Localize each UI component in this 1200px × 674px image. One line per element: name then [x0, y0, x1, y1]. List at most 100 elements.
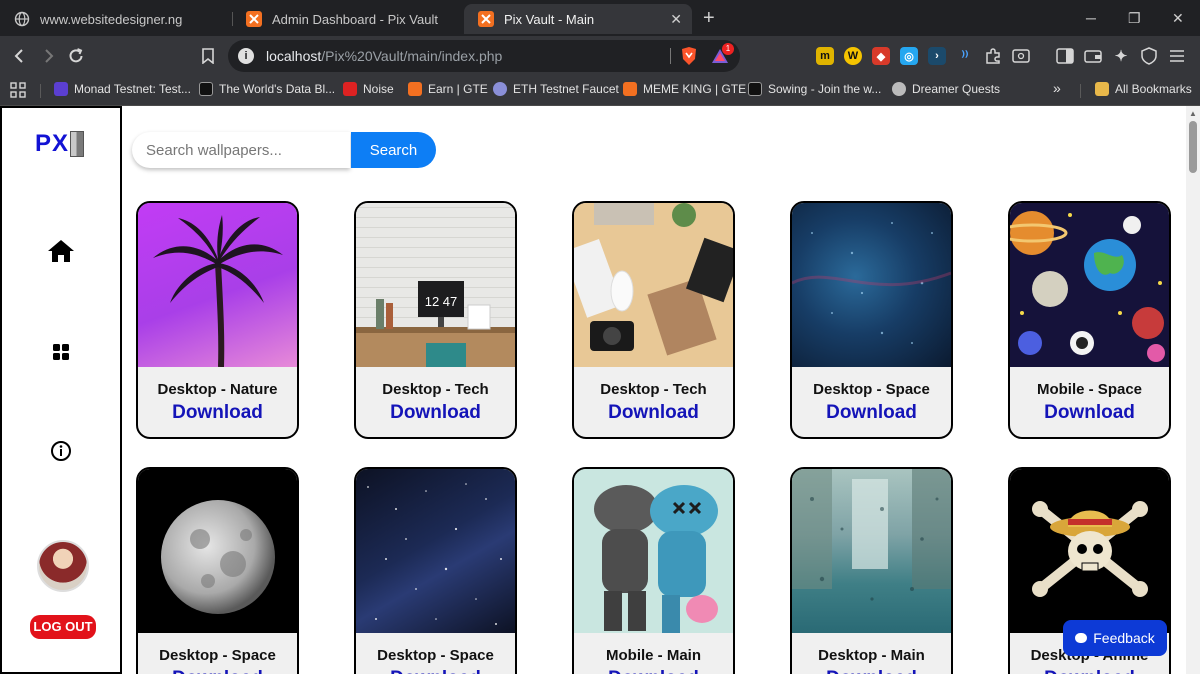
wallpaper-card: Desktop - Space Download [354, 467, 517, 674]
scrollbar-thumb[interactable] [1189, 121, 1197, 173]
vpn-icon[interactable] [1140, 47, 1158, 65]
xampp-icon [478, 11, 494, 27]
extension-icon[interactable]: ⁾⁾ [956, 47, 974, 65]
close-tab-icon[interactable]: ✕ [670, 11, 682, 28]
xampp-icon [246, 11, 262, 27]
forward-icon[interactable] [36, 44, 60, 68]
restore-icon[interactable]: ❐ [1128, 10, 1141, 27]
monad-icon [54, 82, 68, 96]
new-tab-button[interactable]: + [703, 8, 715, 28]
apps-grid-icon[interactable] [10, 82, 26, 98]
main-content: Search Desktop - Nature [122, 106, 1186, 674]
eth-icon [493, 82, 507, 96]
tab-admin-dashboard[interactable]: Admin Dashboard - Pix Vault [232, 4, 460, 34]
minimize-icon[interactable]: ─ [1086, 10, 1096, 26]
download-link[interactable]: Download [356, 402, 515, 424]
search-input[interactable] [132, 132, 350, 168]
download-link[interactable]: Download [138, 668, 297, 674]
wallpaper-card: Desktop - Space Download [136, 467, 299, 674]
address-bar[interactable]: i localhost/Pix%20Vault/main/index.php 1 [228, 40, 740, 72]
wallpaper-image[interactable] [138, 469, 297, 633]
sidebar: PX LOG OUT [0, 106, 122, 674]
logout-button[interactable]: LOG OUT [30, 615, 96, 639]
bookmark-worlds-data[interactable]: The World's Data Bl... [199, 82, 335, 96]
puzzle-extensions-icon[interactable] [984, 47, 1002, 65]
card-caption: Desktop - Space [159, 647, 276, 664]
wallpaper-card: Mobile - Space Download [1008, 201, 1171, 439]
wallpaper-image[interactable] [356, 469, 515, 633]
bookmark-monad[interactable]: Monad Testnet: Test... [54, 82, 191, 96]
chat-icon [1075, 633, 1088, 643]
extension-icon[interactable]: ◎ [900, 47, 918, 65]
card-caption: Desktop - Tech [600, 381, 707, 398]
leo-ai-icon[interactable]: ✦ [1112, 47, 1130, 65]
wallpaper-image[interactable]: 12 47 [356, 203, 515, 367]
noise-icon [343, 82, 357, 96]
info-icon[interactable] [2, 440, 120, 462]
extension-icon[interactable]: W [844, 47, 862, 65]
bookmark-page-icon[interactable] [196, 44, 220, 68]
scroll-up-icon[interactable]: ▲ [1189, 109, 1197, 118]
download-link[interactable]: Download [792, 402, 951, 424]
home-icon[interactable] [2, 238, 120, 264]
feedback-button[interactable]: Feedback [1063, 620, 1167, 656]
spider-icon [199, 82, 213, 96]
extension-icon[interactable]: m [816, 47, 834, 65]
tab-title: Admin Dashboard - Pix Vault [272, 11, 438, 27]
sidebar-toggle-icon[interactable] [1056, 47, 1074, 65]
wallpaper-image[interactable] [138, 203, 297, 368]
card-caption: Desktop - Main [818, 647, 925, 664]
wallpaper-card: Desktop - Space Download [790, 201, 953, 439]
categories-grid-icon[interactable] [2, 344, 120, 360]
wallpaper-image[interactable] [792, 203, 951, 367]
globe-icon [892, 82, 906, 96]
bookmark-meme-king[interactable]: MEME KING | GTE [623, 82, 746, 96]
avatar[interactable] [37, 540, 89, 592]
tab-pix-vault-main[interactable]: Pix Vault - Main ✕ [464, 4, 692, 34]
wallet-icon[interactable] [1084, 47, 1102, 65]
download-link[interactable]: Download [356, 668, 515, 674]
search-button[interactable]: Search [351, 132, 436, 168]
bookmark-noise[interactable]: Noise [343, 82, 394, 96]
brave-shield-icon[interactable] [680, 46, 698, 71]
page-viewport: PX LOG OUT Search wallpapers... Search D… [0, 106, 1200, 674]
bookmark-eth-faucet[interactable]: ETH Testnet Faucet [493, 82, 619, 96]
wallpaper-image[interactable] [1010, 469, 1169, 633]
gte-icon [408, 82, 422, 96]
tab-title: www.websitedesigner.ng [40, 11, 183, 27]
card-caption: Mobile - Space [1036, 381, 1143, 398]
bookmark-earn-gte[interactable]: Earn | GTE [408, 82, 488, 96]
extension-icon[interactable]: › [928, 47, 946, 65]
fox-extension-icon[interactable]: ◆ [872, 47, 890, 65]
tab-bar: www.websitedesigner.ng Admin Dashboard -… [0, 0, 1200, 36]
wallpaper-card: Desktop - Tech Download [572, 201, 735, 439]
download-link[interactable]: Download [1010, 668, 1169, 674]
wallpaper-image[interactable] [792, 469, 951, 633]
more-bookmarks-button[interactable]: » [1053, 80, 1061, 96]
reload-icon[interactable] [64, 44, 88, 68]
media-icon[interactable] [1012, 47, 1030, 65]
card-caption: Desktop - Space [377, 647, 494, 664]
scrollbar[interactable]: ▲ [1186, 106, 1200, 674]
wallpaper-card: Desktop - Nature Download [136, 201, 299, 439]
tab-websitedesigner[interactable]: www.websitedesigner.ng [0, 4, 228, 34]
back-icon[interactable] [8, 44, 32, 68]
all-bookmarks-folder[interactable]: All Bookmarks [1095, 82, 1192, 96]
close-window-icon[interactable]: ✕ [1172, 10, 1184, 27]
globe-icon [14, 11, 30, 27]
wallpaper-card: Mobile - Main Download [572, 467, 735, 674]
wallpaper-image[interactable] [574, 469, 733, 633]
bookmark-dreamer-quests[interactable]: Dreamer Quests [892, 82, 1000, 96]
menu-icon[interactable] [1168, 47, 1186, 65]
download-link[interactable]: Download [138, 402, 297, 424]
wallpaper-image[interactable] [1010, 203, 1169, 367]
app-logo[interactable]: PX [35, 130, 85, 158]
download-link[interactable]: Download [574, 668, 733, 674]
download-link[interactable]: Download [574, 402, 733, 424]
card-caption: Desktop - Tech [382, 381, 489, 398]
wallpaper-image[interactable] [574, 203, 733, 367]
site-info-icon[interactable]: i [238, 48, 254, 64]
download-link[interactable]: Download [792, 668, 951, 674]
bookmark-sowing[interactable]: Sowing - Join the w... [748, 82, 881, 96]
download-link[interactable]: Download [1010, 402, 1169, 424]
